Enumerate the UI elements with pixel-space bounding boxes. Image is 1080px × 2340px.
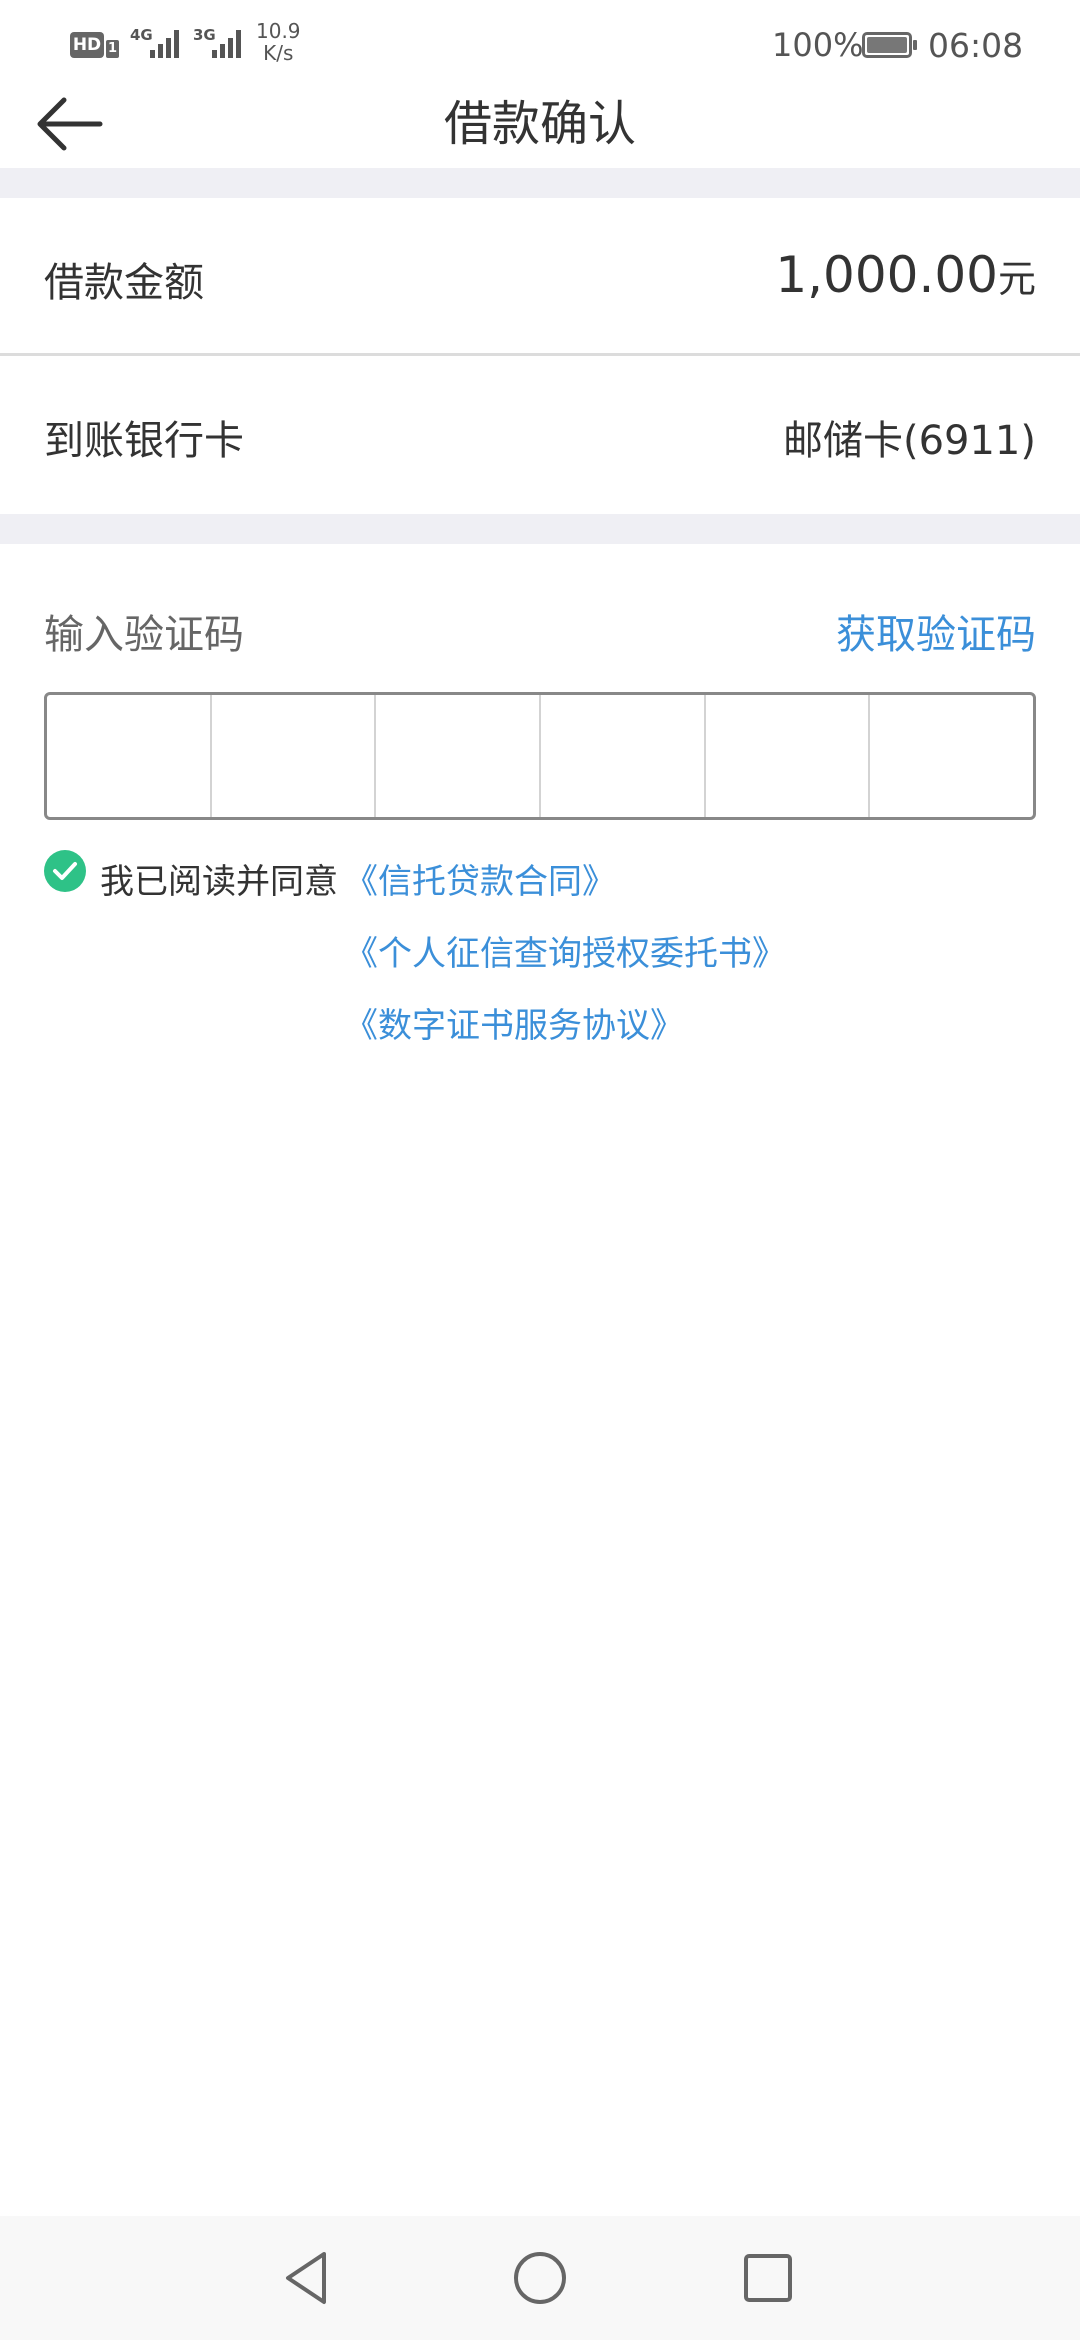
check-icon [53, 862, 77, 880]
bank-card-row: 到账银行卡 邮储卡(6911) [0, 356, 1080, 514]
nav-home-button[interactable] [508, 2246, 572, 2310]
amount-number: 1,000.00 [775, 246, 998, 304]
code-cell[interactable] [706, 695, 871, 817]
battery-icon [862, 32, 917, 58]
header: 借款确认 [0, 70, 1080, 170]
sim-badge: 1 [106, 40, 119, 58]
code-cell[interactable] [376, 695, 542, 817]
code-cell[interactable] [212, 695, 377, 817]
section-gap [0, 514, 1080, 544]
signal-bars-icon [150, 30, 179, 58]
battery-percent: 100% [772, 26, 864, 64]
agreement-checkbox[interactable] [44, 850, 86, 892]
speed-unit: K/s [263, 41, 294, 65]
clock: 06:08 [928, 26, 1024, 65]
trust-loan-contract-link[interactable]: 《信托贷款合同》 [344, 854, 616, 903]
network-speed: 10.9 K/s [256, 20, 301, 64]
digital-certificate-agreement-link[interactable]: 《数字证书服务协议》 [344, 998, 684, 1047]
circle-home-icon [514, 2252, 566, 2304]
agreement-prefix: 我已阅读并同意 [100, 862, 338, 902]
square-recent-icon [744, 2254, 792, 2302]
amount-unit: 元 [997, 257, 1036, 301]
credit-authorization-link[interactable]: 《个人征信查询授权委托书》 [344, 926, 786, 975]
hd-badge: HD [70, 32, 104, 58]
section-gap [0, 168, 1080, 198]
code-cell[interactable] [870, 695, 1033, 817]
nav-recent-button[interactable] [736, 2246, 800, 2310]
speed-value: 10.9 [256, 19, 301, 43]
bank-card-label: 到账银行卡 [44, 418, 244, 464]
nav-back-button[interactable] [276, 2246, 340, 2310]
loan-amount-value: 1,000.00元 [775, 246, 1036, 304]
loan-confirm-screen: HD 1 4G 3G 10.9 K/s 100% 06:08 借款确认 借款金额… [0, 0, 1080, 2340]
code-cell[interactable] [541, 695, 706, 817]
loan-amount-label: 借款金额 [44, 260, 204, 306]
verification-code-input[interactable] [44, 692, 1036, 820]
code-cell[interactable] [47, 695, 212, 817]
get-code-button[interactable]: 获取验证码 [836, 602, 1036, 660]
bank-card-value: 邮储卡(6911) [782, 418, 1036, 464]
page-title: 借款确认 [443, 96, 636, 152]
triangle-back-icon [286, 2252, 326, 2304]
code-label: 输入验证码 [44, 612, 244, 658]
system-nav-bar [0, 2216, 1080, 2340]
signal-bars-icon [212, 30, 241, 58]
loan-amount-row: 借款金额 1,000.00元 [0, 198, 1080, 354]
